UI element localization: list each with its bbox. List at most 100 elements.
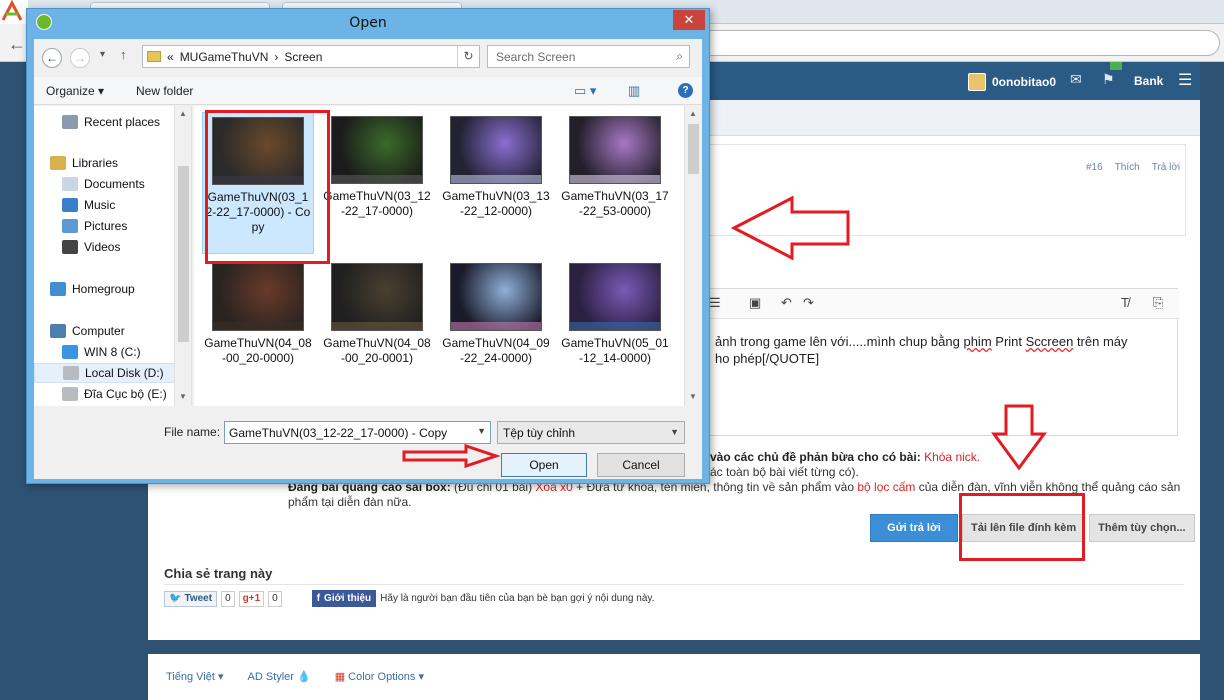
file-name: GameThuVN(04_08-00_20-0000) — [204, 336, 312, 365]
annotation-arrow-left-icon — [730, 195, 850, 261]
flag-icon[interactable]: ⚑ — [1102, 71, 1115, 88]
file-name: GameThuVN(05_01-12_14-0000) — [561, 336, 669, 365]
file-item[interactable]: GameThuVN(03_17-22_53-0000) — [559, 112, 671, 240]
refresh-icon[interactable]: ↻ — [457, 46, 479, 67]
facebook-icon: f — [316, 593, 321, 604]
file-name-field[interactable]: GameThuVN(03_12-22_17-0000) - Copy ▼ — [224, 421, 491, 444]
drive-icon — [63, 366, 79, 380]
recent-places-icon — [62, 115, 78, 129]
bank-link[interactable]: Bank — [1134, 74, 1163, 88]
image-thumbnail — [450, 263, 542, 331]
remove-format-icon[interactable]: T̸ — [1121, 295, 1129, 310]
avatar — [968, 73, 986, 91]
file-list-scrollbar[interactable]: ▲ ▼ — [684, 106, 701, 406]
submit-reply-button[interactable]: Gửi trả lời — [870, 514, 958, 542]
homegroup-icon — [50, 282, 66, 296]
nav-item-pictures[interactable]: Pictures — [62, 216, 127, 236]
dialog-body: ← → ▾ ↑ « MUGameThuVN › Screen ↻ Search … — [34, 39, 702, 479]
redo-icon[interactable]: ↷ — [803, 295, 814, 311]
nav-pane-scrollbar[interactable]: ▲ ▼ — [174, 106, 191, 406]
cancel-button[interactable]: Cancel — [597, 453, 685, 477]
more-options-button[interactable]: Thêm tùy chọn... — [1089, 514, 1195, 542]
nav-item-label: Documents — [84, 177, 145, 191]
nav-item-win-8-c[interactable]: WIN 8 (C:) — [62, 342, 141, 362]
facebook-text: Hãy là người bạn đầu tiên của bạn bè bạn… — [380, 593, 655, 604]
help-icon[interactable]: ? — [678, 83, 693, 98]
view-options-icon[interactable]: ▭ ▾ — [574, 83, 596, 99]
nav-item-label: Videos — [84, 240, 121, 254]
browser-logo-icon — [0, 0, 28, 24]
nav-item-libraries[interactable]: Libraries — [50, 153, 118, 173]
file-item[interactable]: GameThuVN(04_09-22_24-0000) — [440, 259, 552, 387]
nav-item-label: Homegroup — [72, 282, 135, 296]
file-name: GameThuVN(04_08-00_20-0001) — [323, 336, 431, 365]
chevron-down-icon[interactable]: ▼ — [477, 426, 486, 436]
nav-item--a-c-c-b-e[interactable]: Đĩa Cục bộ (E:) — [62, 384, 167, 404]
new-folder-button[interactable]: New folder — [136, 84, 193, 98]
tweet-button[interactable]: 🐦 Tweet — [164, 590, 218, 607]
reply-link[interactable]: Trả lời — [1152, 162, 1180, 173]
like-link[interactable]: Thích — [1115, 162, 1140, 173]
chevron-down-icon[interactable]: ▼ — [670, 427, 679, 437]
post-number[interactable]: #16 — [1086, 162, 1103, 173]
image-thumbnail — [331, 116, 423, 184]
file-item[interactable]: GameThuVN(04_08-00_20-0001) — [321, 259, 433, 387]
annotation-highlight-selected-file — [205, 110, 330, 264]
nav-item-label: Recent places — [84, 115, 161, 129]
drive-icon — [62, 387, 78, 401]
command-bar: Organize ▾ New folder ▭ ▾ ▥ ? — [34, 77, 702, 105]
file-item[interactable]: GameThuVN(05_01-12_14-0000) — [559, 259, 671, 387]
file-item[interactable]: GameThuVN(03_13-22_12-0000) — [440, 112, 552, 240]
forward-icon[interactable]: → — [70, 48, 90, 68]
file-item[interactable]: GameThuVN(04_08-00_20-0000) — [202, 259, 314, 387]
file-item[interactable]: GameThuVN(03_12-22_17-0000) — [321, 112, 433, 240]
organize-menu[interactable]: Organize ▾ — [46, 84, 104, 98]
notification-badge — [1110, 62, 1122, 70]
close-button[interactable]: ✕ — [673, 10, 705, 30]
back-arrow-icon[interactable]: ← — [8, 34, 26, 55]
language-selector[interactable]: Tiếng Việt ▾ — [166, 670, 224, 683]
file-name-label: File name: — [164, 425, 221, 439]
search-input[interactable]: Search Screen ⌕ — [487, 45, 690, 68]
toggle-source-icon[interactable]: ⎘ — [1153, 295, 1163, 311]
hamburger-menu-icon[interactable]: ☰ — [1178, 70, 1192, 90]
nav-item-local-disk-d[interactable]: Local Disk (D:) — [34, 363, 184, 383]
google-plus-button[interactable]: g+1 — [238, 590, 265, 607]
editor-text[interactable]: ảnh trong game lên với.....mình chup bằn… — [715, 333, 1128, 367]
nav-item-music[interactable]: Music — [62, 195, 115, 215]
navigation-pane: Recent places Libraries Documents Music Pict… — [34, 106, 192, 406]
recent-locations-icon[interactable]: ▾ — [100, 49, 105, 60]
nav-item-label: WIN 8 (C:) — [84, 345, 141, 359]
file-name: GameThuVN(03_17-22_53-0000) — [561, 189, 669, 218]
reply-editor[interactable]: ☰ ▣ ↶ ↷ T̸ ⎘ ảnh trong game lên với.....… — [708, 288, 1179, 436]
post-meta: #16 Thích Trả lời — [1086, 162, 1180, 173]
tweet-count: 0 — [221, 590, 235, 607]
facebook-recommend-button[interactable]: f Giới thiệu — [311, 590, 377, 607]
pictures-icon — [62, 219, 78, 233]
open-button[interactable]: Open — [501, 453, 587, 477]
nav-item-label: Computer — [72, 324, 125, 338]
breadcrumb-item[interactable]: MUGameThuVN — [180, 50, 269, 64]
nav-item-computer[interactable]: Computer — [50, 321, 125, 341]
open-file-dialog: Open ✕ ← → ▾ ↑ « MUGameThuVN › Screen ↻ … — [26, 8, 710, 484]
up-icon[interactable]: ↑ — [120, 47, 127, 62]
breadcrumb-item[interactable]: Screen — [284, 50, 322, 64]
undo-icon[interactable]: ↶ — [781, 295, 792, 311]
nav-item-homegroup[interactable]: Homegroup — [50, 279, 135, 299]
file-type-select[interactable]: Tệp tùy chỉnh ▼ — [497, 421, 685, 444]
list-icon[interactable]: ☰ — [709, 295, 721, 311]
divider — [164, 584, 1184, 585]
user-menu[interactable]: 0onobitao0 — [968, 73, 1056, 91]
nav-item-label: Libraries — [72, 156, 119, 170]
preview-pane-icon[interactable]: ▥ — [628, 83, 640, 99]
nav-item-recent-places[interactable]: Recent places — [62, 112, 160, 132]
file-name: GameThuVN(03_12-22_17-0000) — [323, 189, 431, 218]
color-options-selector[interactable]: ▦ Color Options ▾ — [335, 670, 424, 683]
nav-item-documents[interactable]: Documents — [62, 174, 145, 194]
style-selector[interactable]: AD Styler 💧 — [248, 670, 311, 683]
breadcrumb[interactable]: « MUGameThuVN › Screen ↻ — [142, 45, 480, 68]
save-draft-icon[interactable]: ▣ — [749, 295, 761, 311]
back-icon[interactable]: ← — [42, 48, 62, 68]
nav-item-videos[interactable]: Videos — [62, 237, 120, 257]
mail-icon[interactable]: ✉ — [1070, 71, 1082, 88]
